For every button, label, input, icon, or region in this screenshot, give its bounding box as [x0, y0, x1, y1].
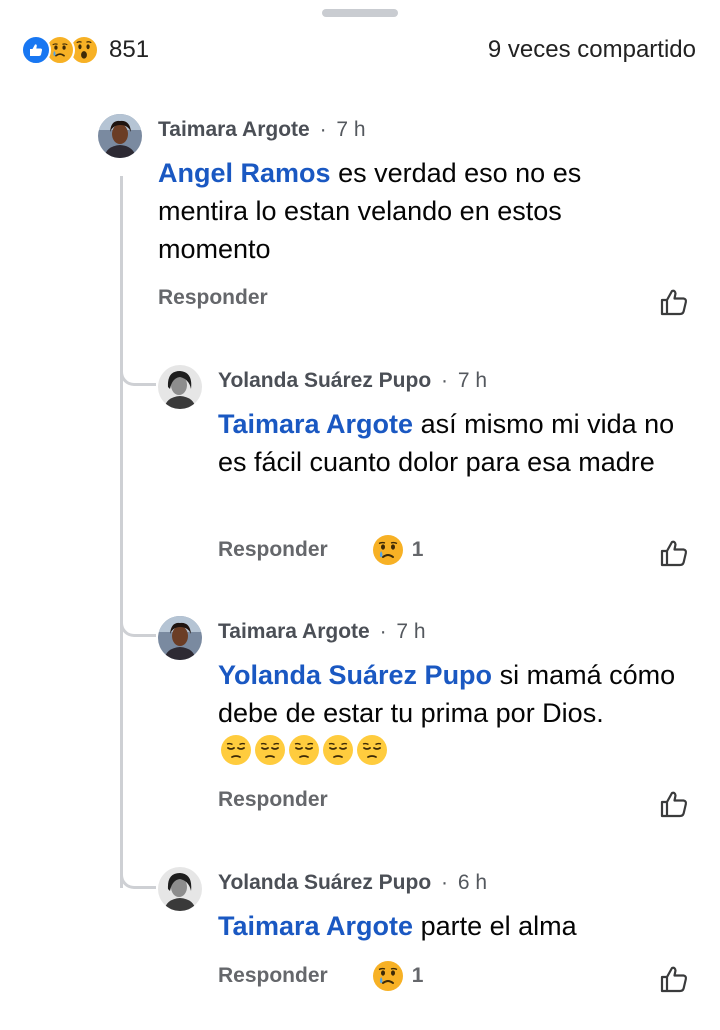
- comment-reactions[interactable]: 1: [372, 960, 424, 992]
- thread-line: [120, 176, 123, 888]
- pensive-face-icon: [220, 734, 252, 766]
- comment-body: Taimara Argote parte el alma: [218, 907, 688, 945]
- mention-link[interactable]: Taimara Argote: [218, 911, 413, 941]
- comment-meta: Taimara Argote · 7 h: [218, 620, 426, 644]
- comment-author[interactable]: Taimara Argote: [218, 620, 370, 643]
- like-button-icon[interactable]: [658, 537, 690, 569]
- comment-meta: Yolanda Suárez Pupo · 6 h: [218, 871, 487, 895]
- comment-actions: Responder 1: [218, 533, 423, 567]
- comment-reaction-count: 1: [411, 964, 424, 987]
- thread-branch: [120, 869, 156, 889]
- comment-body: Yolanda Suárez Pupo si mamá cómo debe de…: [218, 656, 688, 770]
- comment-time[interactable]: 6 h: [458, 871, 487, 894]
- pensive-face-icon: [356, 734, 388, 766]
- thread-branch: [120, 366, 156, 386]
- avatar[interactable]: [98, 114, 142, 158]
- shares-count[interactable]: 9 veces compartido: [488, 36, 696, 64]
- pensive-emoji-row: [220, 734, 388, 766]
- comment-text: parte el alma: [420, 911, 577, 941]
- pensive-face-icon: [254, 734, 286, 766]
- separator-dot: ·: [319, 118, 327, 141]
- comment-reactions[interactable]: 1: [372, 534, 424, 566]
- separator-dot: ·: [441, 871, 448, 894]
- avatar[interactable]: [158, 867, 202, 911]
- avatar[interactable]: [158, 365, 202, 409]
- sheet-drag-handle[interactable]: [322, 9, 398, 17]
- sad-icon: [372, 960, 404, 992]
- avatar[interactable]: [158, 616, 202, 660]
- like-button-icon[interactable]: [658, 286, 690, 318]
- comment-actions: Responder 1: [218, 959, 423, 993]
- comment-author[interactable]: Taimara Argote: [158, 118, 310, 141]
- pensive-face-icon: [322, 734, 354, 766]
- reply-button[interactable]: Responder: [218, 788, 328, 812]
- comment-body: Taimara Argote así mismo mi vida no es f…: [218, 405, 688, 481]
- like-button-icon[interactable]: [658, 788, 690, 820]
- separator-dot: ·: [379, 620, 387, 643]
- comment-time[interactable]: 7 h: [458, 369, 487, 392]
- mention-link[interactable]: Taimara Argote: [218, 409, 413, 439]
- mention-link[interactable]: Yolanda Suárez Pupo: [218, 660, 492, 690]
- reaction-summary-bar: 851 9 veces compartido: [0, 30, 720, 72]
- comment-actions: Responder: [158, 281, 268, 315]
- mention-link[interactable]: Angel Ramos: [158, 158, 331, 188]
- comment-author[interactable]: Yolanda Suárez Pupo: [218, 871, 431, 894]
- comment-actions: Responder: [218, 783, 328, 817]
- separator-dot: ·: [441, 369, 448, 392]
- reply-button[interactable]: Responder: [218, 964, 328, 988]
- reaction-count[interactable]: 851: [109, 36, 149, 64]
- like-button-icon[interactable]: [658, 963, 690, 995]
- like-icon: [21, 35, 51, 65]
- comment-reaction-count: 1: [411, 538, 424, 561]
- pensive-face-icon: [288, 734, 320, 766]
- comment-body: Angel Ramos es verdad eso no es mentira …: [158, 154, 628, 268]
- thread-branch: [120, 617, 156, 637]
- reply-button[interactable]: Responder: [158, 286, 268, 310]
- comment-author[interactable]: Yolanda Suárez Pupo: [218, 369, 431, 392]
- reactions-summary[interactable]: 851: [21, 34, 149, 66]
- sad-icon: [372, 534, 404, 566]
- comment-time[interactable]: 7 h: [396, 620, 425, 643]
- comment-time[interactable]: 7 h: [336, 118, 365, 141]
- comment-meta: Yolanda Suárez Pupo · 7 h: [218, 369, 487, 393]
- reply-button[interactable]: Responder: [218, 538, 328, 562]
- comment-meta: Taimara Argote · 7 h: [158, 118, 366, 142]
